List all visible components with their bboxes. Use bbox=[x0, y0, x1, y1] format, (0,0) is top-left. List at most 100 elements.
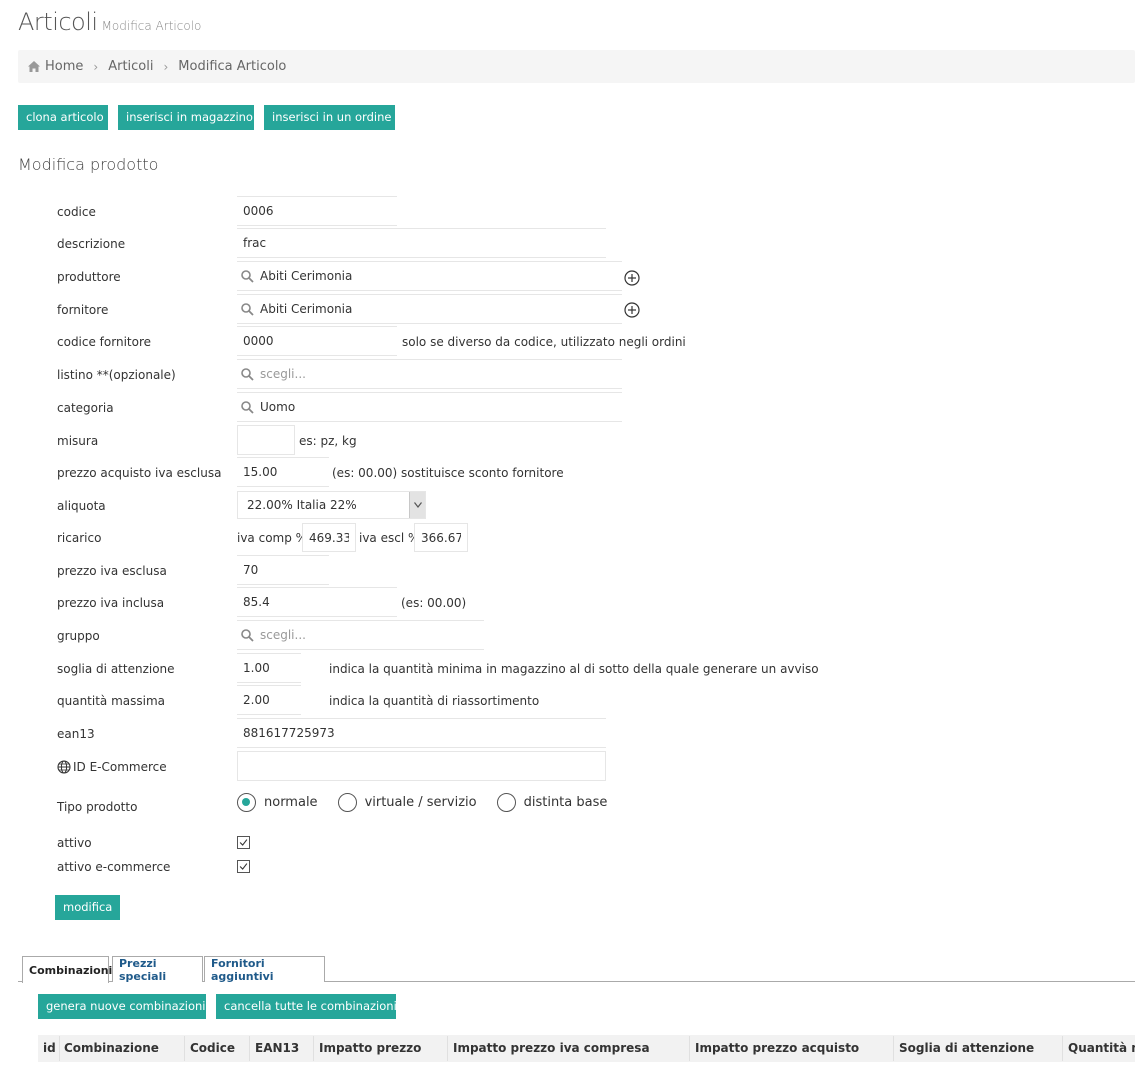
search-icon bbox=[241, 628, 254, 642]
ean13-input[interactable] bbox=[237, 718, 606, 748]
add-produttore-icon[interactable] bbox=[624, 270, 640, 286]
radio-distinta-base[interactable] bbox=[496, 793, 516, 812]
label-descrizione: descrizione bbox=[57, 237, 126, 251]
search-icon bbox=[241, 302, 254, 316]
column-quantita-massima[interactable]: Quantità m bbox=[1068, 1041, 1135, 1055]
column-codice[interactable]: Codice bbox=[190, 1041, 235, 1055]
label-id-ecommerce: ID E-Commerce bbox=[57, 760, 167, 774]
radio-virtuale-label[interactable]: virtuale / servizio bbox=[365, 795, 477, 810]
column-divider bbox=[689, 1036, 690, 1061]
radio-normale-label[interactable]: normale bbox=[264, 795, 318, 810]
page-title: Articoli Modifica Articolo bbox=[18, 8, 201, 36]
soglia-hint: indica la quantità minima in magazzino a… bbox=[329, 662, 819, 676]
gruppo-select[interactable]: scegli... bbox=[237, 620, 484, 650]
ricarico-comp-label: iva comp % bbox=[237, 531, 308, 545]
soglia-input[interactable] bbox=[237, 653, 301, 683]
column-impatto-prezzo-iva[interactable]: Impatto prezzo iva compresa bbox=[453, 1041, 650, 1055]
clone-article-button[interactable]: clona articolo bbox=[18, 105, 108, 130]
column-soglia-attenzione[interactable]: Soglia di attenzione bbox=[899, 1041, 1034, 1055]
modifica-button[interactable]: modifica bbox=[55, 895, 120, 920]
radio-distinta-base-label[interactable]: distinta base bbox=[524, 795, 608, 810]
add-fornitore-icon[interactable] bbox=[624, 302, 640, 318]
ricarico-comp-input[interactable] bbox=[302, 523, 356, 552]
column-impatto-prezzo[interactable]: Impatto prezzo bbox=[319, 1041, 421, 1055]
aliquota-value: 22.00% Italia 22% bbox=[247, 498, 357, 512]
attivo-ecommerce-checkbox[interactable] bbox=[237, 860, 250, 873]
column-id[interactable]: id bbox=[43, 1041, 56, 1055]
categoria-value: Uomo bbox=[260, 400, 296, 414]
column-divider bbox=[1062, 1036, 1063, 1061]
descrizione-input[interactable] bbox=[237, 228, 606, 258]
label-categoria: categoria bbox=[57, 401, 114, 415]
column-impatto-prezzo-acquisto[interactable]: Impatto prezzo acquisto bbox=[695, 1041, 859, 1055]
radio-normale[interactable] bbox=[237, 793, 256, 812]
tab-prezzi-speciali[interactable]: Prezzi speciali bbox=[112, 956, 203, 983]
label-prezzo-iva-inclusa: prezzo iva inclusa bbox=[57, 596, 165, 610]
label-attivo-ecommerce: attivo e-commerce bbox=[57, 860, 171, 874]
codice-fornitore-hint: solo se diverso da codice, utilizzato ne… bbox=[402, 335, 686, 349]
prezzo-iva-esclusa-input[interactable] bbox=[237, 555, 329, 585]
page-subtitle: Modifica Articolo bbox=[101, 19, 202, 33]
attivo-checkbox[interactable] bbox=[237, 836, 250, 849]
tab-fornitori-aggiuntivi[interactable]: Fornitori aggiuntivi bbox=[204, 956, 325, 983]
insert-warehouse-button[interactable]: inserisci in magazzino bbox=[118, 105, 254, 130]
quantita-massima-input[interactable] bbox=[237, 685, 301, 715]
label-fornitore: fornitore bbox=[57, 303, 109, 317]
label-produttore: produttore bbox=[57, 270, 121, 284]
radio-virtuale[interactable] bbox=[337, 793, 357, 812]
label-aliquota: aliquota bbox=[57, 499, 106, 513]
insert-order-button[interactable]: inserisci in un ordine bbox=[264, 105, 395, 130]
codice-input[interactable] bbox=[237, 196, 397, 226]
misura-hint: es: pz, kg bbox=[299, 434, 357, 448]
label-ricarico: ricarico bbox=[57, 531, 102, 545]
column-divider bbox=[313, 1036, 314, 1061]
label-quantita-massima: quantità massima bbox=[57, 694, 166, 708]
listino-placeholder: scegli... bbox=[260, 367, 306, 381]
globe-icon bbox=[57, 760, 71, 774]
column-ean13[interactable]: EAN13 bbox=[255, 1041, 299, 1055]
column-divider bbox=[59, 1036, 60, 1061]
delete-combinations-button[interactable]: cancella tutte le combinazioni bbox=[216, 994, 397, 1019]
id-ecommerce-input[interactable] bbox=[237, 751, 606, 781]
categoria-select[interactable]: Uomo bbox=[237, 392, 622, 422]
column-divider bbox=[249, 1036, 250, 1061]
prezzo-acquisto-input[interactable] bbox=[237, 457, 329, 487]
fornitore-select[interactable]: Abiti Cerimonia bbox=[237, 294, 622, 324]
label-codice: codice bbox=[57, 205, 96, 219]
label-misura: misura bbox=[57, 434, 99, 448]
generate-combinations-button[interactable]: genera nuove combinazioni bbox=[38, 994, 206, 1019]
column-divider bbox=[184, 1036, 185, 1061]
misura-input[interactable] bbox=[237, 425, 295, 455]
label-id-ecommerce-text: ID E-Commerce bbox=[73, 760, 167, 774]
column-divider bbox=[893, 1036, 894, 1061]
search-icon bbox=[241, 400, 254, 414]
prezzo-acquisto-hint: (es: 00.00) sostituisce sconto fornitore bbox=[332, 466, 564, 480]
produttore-select[interactable]: Abiti Cerimonia bbox=[237, 261, 622, 291]
quantita-massima-hint: indica la quantità di riassortimento bbox=[329, 694, 540, 708]
prezzo-iva-inclusa-hint: (es: 00.00) bbox=[401, 596, 467, 610]
aliquota-select[interactable]: 22.00% Italia 22% bbox=[237, 491, 426, 519]
chevron-down-icon[interactable] bbox=[409, 492, 425, 518]
breadcrumb-current: Modifica Articolo bbox=[178, 59, 287, 74]
label-prezzo-acquisto: prezzo acquisto iva esclusa bbox=[57, 466, 222, 480]
label-soglia: soglia di attenzione bbox=[57, 662, 175, 676]
gruppo-placeholder: scegli... bbox=[260, 628, 306, 642]
label-prezzo-iva-esclusa: prezzo iva esclusa bbox=[57, 564, 167, 578]
tab-combinazioni[interactable]: Combinazioni bbox=[22, 956, 112, 983]
label-listino: listino **(opzionale) bbox=[57, 368, 176, 382]
label-tipo-prodotto: Tipo prodotto bbox=[57, 800, 138, 814]
breadcrumb-articoli[interactable]: Articoli bbox=[108, 59, 153, 74]
column-combinazione[interactable]: Combinazione bbox=[64, 1041, 159, 1055]
codice-fornitore-input[interactable] bbox=[237, 326, 397, 356]
ricarico-escl-input[interactable] bbox=[414, 523, 468, 552]
search-icon bbox=[241, 367, 254, 381]
column-divider bbox=[447, 1036, 448, 1061]
listino-select[interactable]: scegli... bbox=[237, 359, 622, 389]
prezzo-iva-inclusa-input[interactable] bbox=[237, 587, 397, 617]
breadcrumb-separator: › bbox=[163, 59, 169, 74]
breadcrumb: Home › Articoli › Modifica Articolo bbox=[18, 50, 1135, 83]
label-attivo: attivo bbox=[57, 836, 92, 850]
section-title: Modifica prodotto bbox=[18, 155, 159, 174]
search-icon bbox=[241, 269, 254, 283]
breadcrumb-home[interactable]: Home bbox=[45, 59, 83, 74]
